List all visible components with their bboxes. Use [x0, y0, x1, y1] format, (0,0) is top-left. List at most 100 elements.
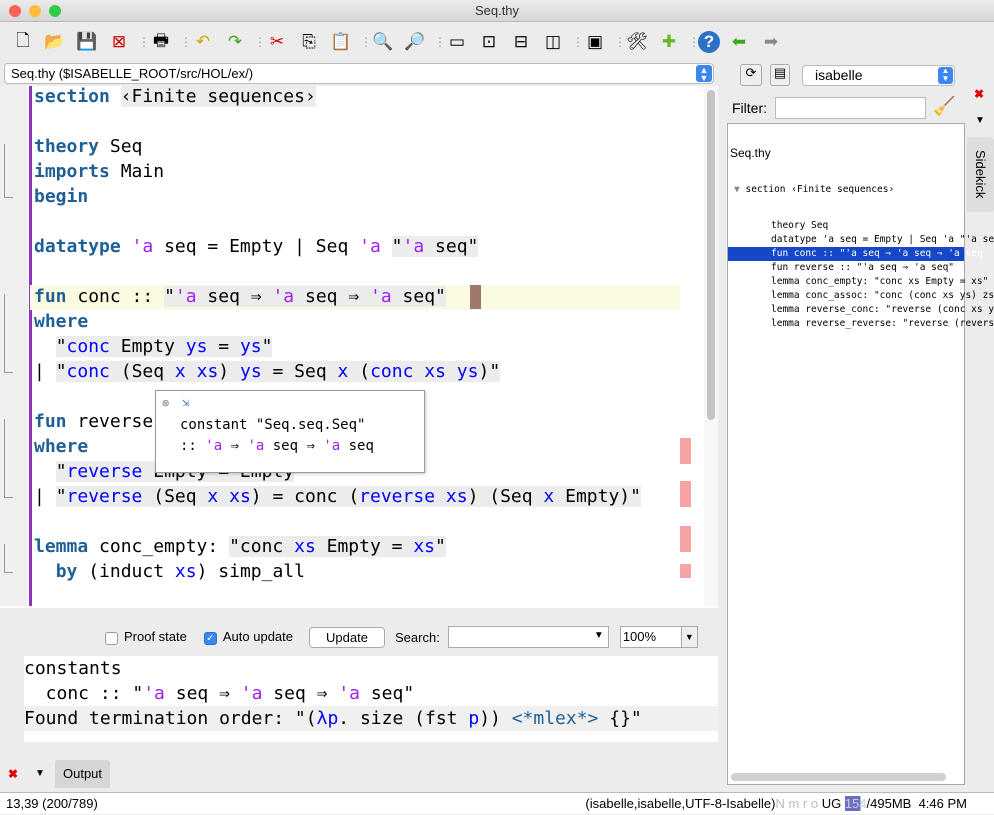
new-view-icon[interactable]: ▭	[444, 29, 470, 55]
broom-icon[interactable]: 🧹	[933, 96, 955, 117]
code-token: conc	[67, 361, 110, 382]
code-line[interactable]: section ‹Finite sequences›	[34, 84, 316, 109]
redo-icon[interactable]: ↷	[222, 29, 248, 55]
plugin-manager-icon[interactable]: ▣	[582, 29, 608, 55]
tree-item[interactable]: lemma reverse_conc: "reverse (conc xs y	[728, 303, 964, 317]
fold-marker[interactable]	[4, 144, 13, 198]
close-file-icon[interactable]: ⊠	[106, 29, 132, 55]
help-icon[interactable]: ?	[698, 31, 720, 53]
dock-menu-icon[interactable]: ▼	[35, 768, 45, 779]
edit-flags[interactable]: N m r o	[775, 796, 818, 811]
dock-menu-icon[interactable]: ▼	[975, 115, 985, 126]
code-line[interactable]: datatype 'a seq = Empty | Seq 'a "'a seq…	[34, 234, 478, 259]
checkbox[interactable]	[105, 632, 118, 645]
code-token	[186, 361, 197, 382]
print-icon[interactable]: 🖶	[148, 29, 174, 55]
tree-item[interactable]: fun conc :: "'a seq ⇒ 'a seq ⇒ 'a seq	[728, 247, 964, 261]
back-icon[interactable]: ⬅	[726, 29, 752, 55]
tree-item[interactable]: theory Seq	[728, 219, 964, 233]
new-file-icon[interactable]: 🗋	[10, 29, 36, 55]
tree-section[interactable]: ▼ section ‹Finite sequences›	[728, 183, 964, 197]
code-line[interactable]: fun reverse	[34, 409, 153, 434]
zoom-select[interactable]: 100%▼	[620, 626, 698, 648]
tree-hscrollbar[interactable]	[731, 773, 946, 781]
plugins-icon[interactable]: ✚	[656, 29, 682, 55]
sidekick-tree[interactable]: Seq.thy ▼ section ‹Finite sequences› the…	[727, 123, 965, 785]
code-line[interactable]: begin	[34, 184, 88, 209]
output-text[interactable]: constants conc :: "'a seq ⇒ 'a seq ⇒ 'a …	[24, 656, 718, 742]
filter-label: Filter:	[732, 100, 767, 116]
find-icon[interactable]: 🔍	[370, 29, 396, 55]
copy-icon[interactable]: ⎘	[296, 29, 322, 55]
scrollbar-thumb[interactable]	[707, 90, 715, 420]
tree-item[interactable]: lemma reverse_reverse: "reverse (revers	[728, 317, 964, 331]
code-line[interactable]: fun conc :: "'a seq ⇒ 'a seq ⇒ 'a seq"	[34, 284, 446, 309]
processed-region-bar	[29, 86, 32, 606]
code-token: ys	[457, 361, 479, 382]
close-dock-icon[interactable]: ✖	[8, 767, 18, 781]
close-icon[interactable]: ⊗	[162, 396, 169, 410]
tree-item[interactable]: lemma conc_empty: "conc xs Empty = xs"	[728, 275, 964, 289]
code-line[interactable]: by (induct xs) simp_all	[34, 559, 305, 584]
code-line[interactable]: imports Main	[34, 159, 164, 184]
proof-state-checkbox[interactable]: Proof state	[105, 629, 187, 644]
close-window-button[interactable]	[9, 5, 21, 17]
parse-icon[interactable]: ⟳	[740, 64, 762, 86]
fold-marker[interactable]	[4, 544, 13, 573]
editor-scrollbar[interactable]	[704, 86, 718, 606]
code-line[interactable]: | "conc (Seq x xs) ys = Seq x (conc xs y…	[34, 359, 500, 384]
buffer-mode[interactable]: (isabelle,isabelle,UTF-8-Isabelle)	[585, 796, 775, 811]
split-vertical-icon[interactable]: ◫	[540, 29, 566, 55]
code-token: 'a	[272, 286, 294, 307]
ug-flag[interactable]: UG	[822, 796, 842, 811]
code-token: (Seq	[110, 361, 175, 382]
expand-triangle-icon[interactable]: ▼	[734, 184, 740, 195]
code-token	[121, 236, 132, 257]
tab-sidekick[interactable]: Sidekick	[967, 137, 994, 212]
code-token: ys	[240, 361, 262, 382]
split-horizontal-icon[interactable]: ⊟	[508, 29, 534, 55]
buffer-selector[interactable]: Seq.thy ($ISABELLE_ROOT/src/HOL/ex/) ▲▼	[4, 63, 714, 84]
filter-input[interactable]	[775, 97, 926, 119]
minimize-window-button[interactable]	[29, 5, 41, 17]
code-token: 'a	[338, 683, 360, 704]
tree-item[interactable]: lemma conc_assoc: "conc (conc xs ys) zs	[728, 289, 964, 303]
unsplit-icon[interactable]: ⊡	[476, 29, 502, 55]
buffer-selector-value: Seq.thy ($ISABELLE_ROOT/src/HOL/ex/)	[11, 66, 253, 81]
pin-icon[interactable]: ⇲	[182, 395, 189, 409]
properties-icon[interactable]: ▤	[770, 64, 790, 86]
caret-position[interactable]: 13,39 (200/789)	[6, 793, 98, 815]
forward-icon[interactable]: ➡	[758, 29, 784, 55]
auto-update-checkbox[interactable]: ✓Auto update	[204, 629, 293, 644]
tree-item[interactable]: datatype 'a seq = Empty | Seq 'a "'a seq	[728, 233, 964, 247]
memory-used[interactable]: 154	[845, 796, 867, 811]
toolbar-separator: ⋮	[360, 35, 364, 49]
open-file-icon[interactable]: 📂	[42, 29, 68, 55]
paste-icon[interactable]: 📋	[328, 29, 354, 55]
code-line[interactable]: "conc Empty ys = ys"	[34, 334, 272, 359]
text-editor[interactable]: section ‹Finite sequences› theory Seqimpo…	[0, 86, 718, 608]
close-dock-icon[interactable]: ✖	[974, 87, 984, 101]
code-token: ys	[240, 336, 262, 357]
global-options-icon[interactable]: 🛠	[624, 29, 650, 55]
tab-output[interactable]: Output	[55, 760, 110, 788]
update-button[interactable]: Update	[309, 627, 385, 648]
undo-icon[interactable]: ↶	[190, 29, 216, 55]
find-replace-icon[interactable]: 🔎	[402, 29, 428, 55]
code-line[interactable]: theory Seq	[34, 134, 142, 159]
fold-marker[interactable]	[4, 419, 13, 498]
save-file-icon[interactable]: 💾	[74, 29, 100, 55]
zoom-window-button[interactable]	[49, 5, 61, 17]
code-line[interactable]: where	[34, 309, 88, 334]
tree-root[interactable]: Seq.thy	[728, 146, 964, 161]
code-line[interactable]: | "reverse (Seq x xs) = conc (reverse xs…	[34, 484, 641, 509]
parser-select[interactable]: isabelle▲▼	[802, 65, 955, 86]
tree-item[interactable]: fun reverse :: "'a seq ⇒ 'a seq"	[728, 261, 964, 275]
search-input[interactable]: ▼	[448, 626, 609, 648]
output-line: Found termination order: "(λp. size (fst…	[24, 706, 718, 731]
cut-icon[interactable]: ✂	[264, 29, 290, 55]
code-line[interactable]: lemma conc_empty: "conc xs Empty = xs"	[34, 534, 446, 559]
fold-marker[interactable]	[4, 294, 13, 373]
code-line[interactable]: where	[34, 434, 88, 459]
checkbox-checked[interactable]: ✓	[204, 632, 217, 645]
